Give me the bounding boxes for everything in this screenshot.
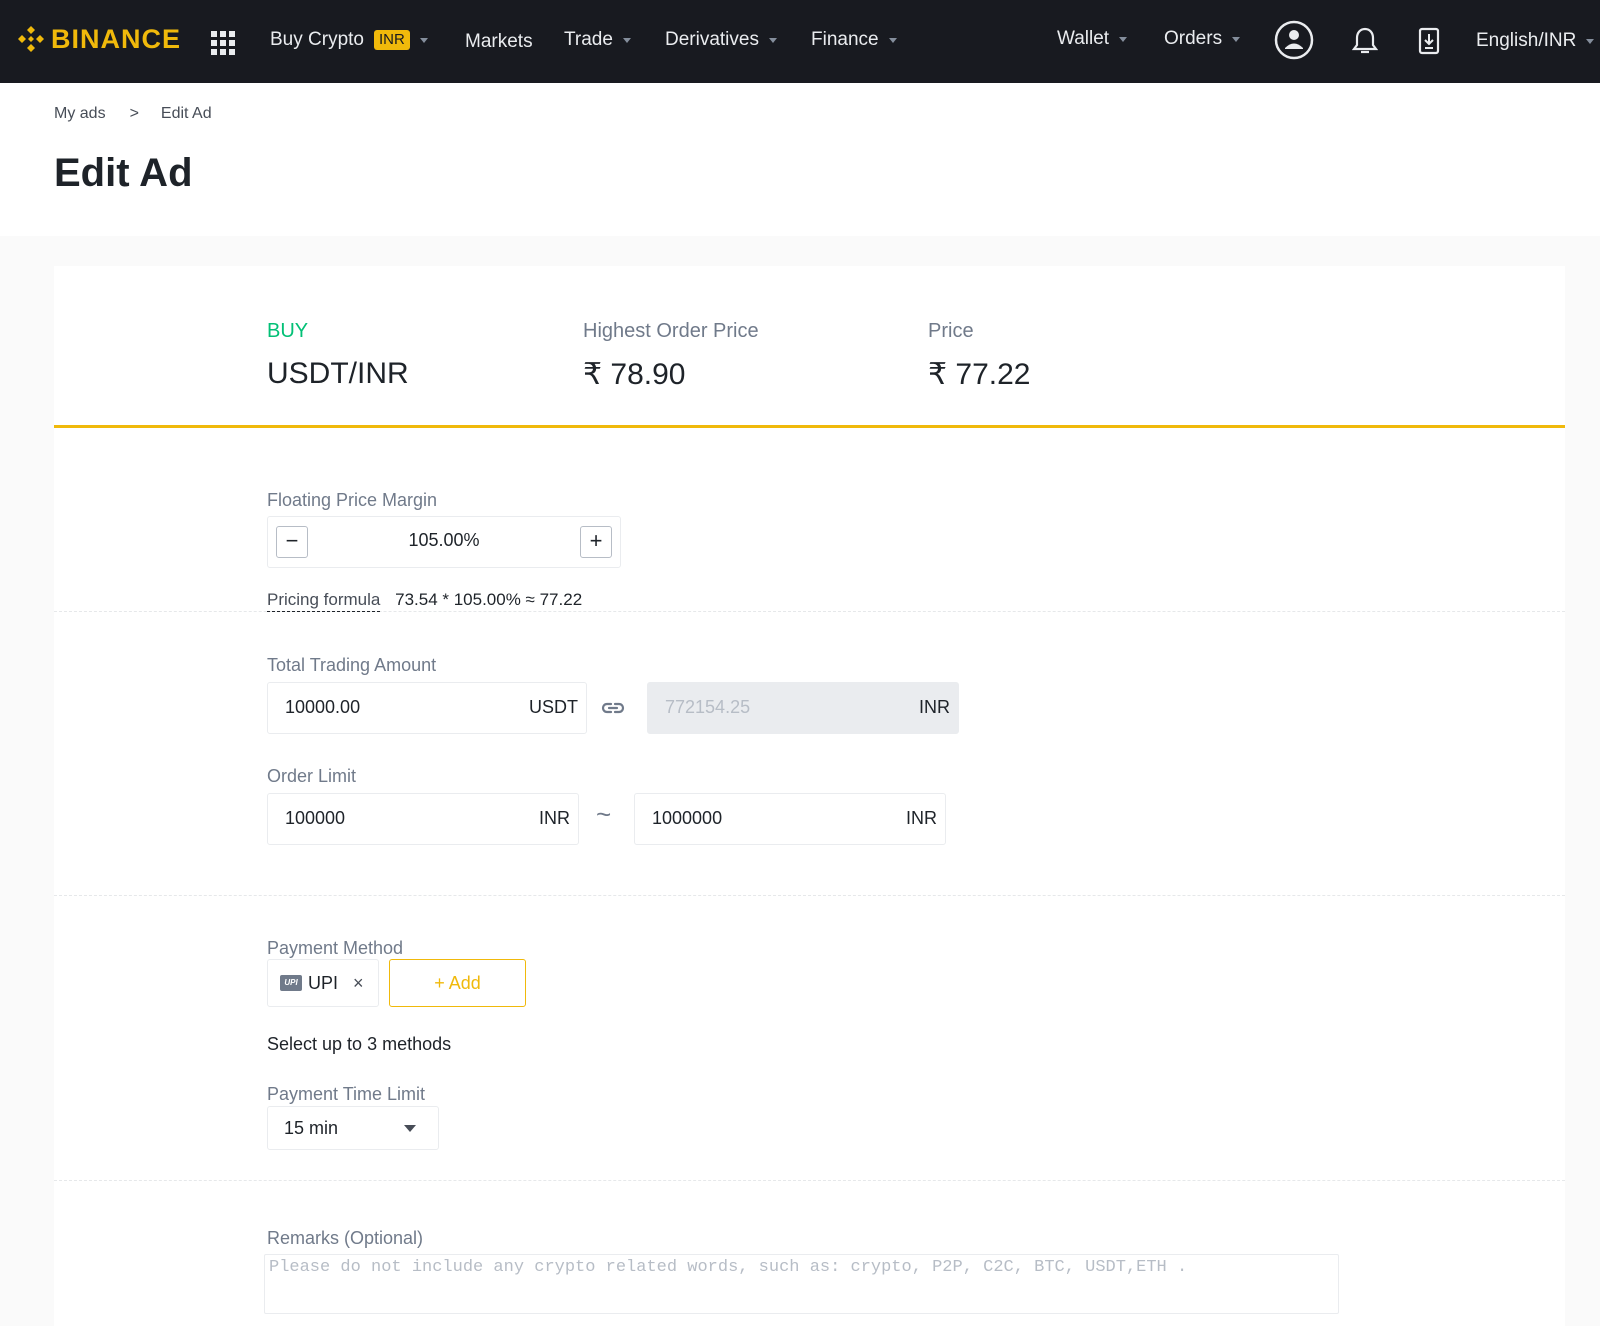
binance-logo-icon	[18, 26, 44, 52]
price-value: ₹ 77.22	[928, 358, 1031, 391]
profile-icon[interactable]	[1274, 20, 1314, 60]
breadcrumb-my-ads[interactable]: My ads	[54, 105, 106, 123]
max-limit-unit: INR	[906, 808, 937, 828]
floating-margin-label: Floating Price Margin	[267, 490, 438, 510]
price-label: Price	[928, 320, 974, 342]
pricing-formula: Pricing formula 73.54 * 105.00% ≈ 77.22	[267, 590, 583, 612]
margin-stepper: − 105.00% +	[267, 516, 621, 568]
nav-orders[interactable]: Orders	[1164, 28, 1241, 50]
highest-price-label: Highest Order Price	[583, 320, 759, 342]
breadcrumb: My ads > Edit Ad	[54, 105, 212, 123]
remarks-label: Remarks (Optional)	[267, 1228, 424, 1248]
chevron-down-icon	[1586, 38, 1595, 44]
nav-trade[interactable]: Trade	[564, 29, 631, 51]
max-limit-input[interactable]: 1000000 INR	[634, 793, 946, 845]
top-navbar: BINANCE Buy Crypto INR Markets Trade Der…	[0, 0, 1600, 83]
price-block: Price ₹ 77.22	[928, 320, 1031, 392]
grid-menu-icon[interactable]	[211, 31, 235, 55]
binance-logo[interactable]: BINANCE	[14, 22, 181, 56]
range-separator: ~	[596, 799, 612, 829]
remarks-textarea[interactable]: Please do not include any crypto related…	[264, 1254, 1339, 1314]
highest-price-block: Highest Order Price ₹ 78.90	[583, 320, 759, 392]
fiat-unit: INR	[919, 697, 950, 717]
currency-badge: INR	[373, 30, 410, 50]
nav-finance[interactable]: Finance	[811, 29, 897, 51]
payment-chip-upi[interactable]: UPI UPI ×	[267, 959, 379, 1007]
total-amount-label: Total Trading Amount	[267, 655, 437, 675]
max-limit-value: 1000000	[652, 808, 723, 828]
crypto-amount-value: 10000.00	[285, 697, 361, 717]
nav-trade-label: Trade	[564, 29, 613, 50]
nav-markets-label: Markets	[465, 31, 533, 52]
highest-price-value: ₹ 78.90	[583, 358, 686, 391]
pricing-formula-text: 73.54 * 105.00% ≈ 77.22	[395, 590, 583, 609]
margin-value[interactable]: 105.00%	[268, 530, 620, 551]
payment-time-select[interactable]: 15 min	[267, 1106, 439, 1150]
nav-markets[interactable]: Markets	[465, 31, 533, 53]
order-limit-label: Order Limit	[267, 766, 357, 786]
breadcrumb-current: Edit Ad	[160, 105, 212, 122]
fiat-amount-input: 772154.25 INR	[647, 682, 959, 734]
breadcrumb-separator-icon: >	[129, 105, 139, 122]
chevron-down-icon	[622, 37, 631, 43]
crypto-unit: USDT	[529, 697, 578, 717]
payment-section: Payment Method UPI UPI × + Add Select up…	[54, 897, 1565, 1181]
fiat-amount-value: 772154.25	[665, 697, 751, 717]
payment-time-label: Payment Time Limit	[267, 1084, 426, 1104]
bell-icon[interactable]	[1352, 26, 1378, 56]
close-icon[interactable]: ×	[353, 973, 364, 994]
link-icon	[601, 702, 625, 714]
payment-method-label: Payment Method	[267, 938, 404, 958]
increase-button[interactable]: +	[580, 526, 612, 558]
brand-name: BINANCE	[51, 23, 182, 54]
trade-pair-block: BUY USDT/INR	[267, 320, 409, 391]
trade-side: BUY	[267, 320, 309, 342]
upi-logo: UPI	[280, 975, 302, 991]
page-title: Edit Ad	[54, 151, 193, 195]
language-label: English/INR	[1476, 30, 1577, 51]
nav-derivatives[interactable]: Derivatives	[665, 29, 777, 51]
nav-derivatives-label: Derivatives	[665, 29, 759, 50]
remarks-placeholder: Please do not include any crypto related…	[269, 1258, 1188, 1277]
chevron-down-icon	[1232, 36, 1241, 42]
chevron-down-icon	[419, 37, 428, 43]
nav-finance-label: Finance	[811, 29, 879, 50]
nav-buy-crypto-label: Buy Crypto	[270, 29, 364, 50]
add-payment-button[interactable]: + Add	[389, 959, 526, 1007]
nav-wallet[interactable]: Wallet	[1057, 28, 1128, 50]
edit-ad-form: BUY USDT/INR Highest Order Price ₹ 78.90…	[54, 266, 1565, 1326]
page-header: My ads > Edit Ad Edit Ad	[0, 83, 1600, 236]
nav-orders-label: Orders	[1164, 28, 1223, 49]
nav-buy-crypto[interactable]: Buy Crypto INR	[270, 29, 428, 51]
chevron-down-icon	[888, 37, 897, 43]
amount-section: Total Trading Amount 10000.00 USDT 77215…	[54, 613, 1565, 896]
ad-summary: BUY USDT/INR Highest Order Price ₹ 78.90…	[54, 266, 1565, 428]
chevron-down-icon	[404, 1125, 416, 1132]
nav-wallet-label: Wallet	[1057, 28, 1110, 49]
chevron-down-icon	[1119, 36, 1128, 42]
payment-method-name: UPI	[308, 972, 339, 993]
download-icon[interactable]	[1418, 27, 1440, 55]
pricing-formula-link[interactable]: Pricing formula	[267, 590, 381, 612]
min-limit-input[interactable]: 100000 INR	[267, 793, 579, 845]
remarks-section: Remarks (Optional) Please do not include…	[54, 1182, 1565, 1326]
min-limit-unit: INR	[539, 808, 570, 828]
payment-hint: Select up to 3 methods	[267, 1034, 452, 1054]
chevron-down-icon	[768, 37, 777, 43]
trade-pair: USDT/INR	[267, 357, 409, 390]
pricing-section: Floating Price Margin − 105.00% + Pricin…	[54, 431, 1565, 612]
min-limit-value: 100000	[285, 808, 346, 828]
crypto-amount-input[interactable]: 10000.00 USDT	[267, 682, 587, 734]
language-currency-selector[interactable]: English/INR	[1476, 30, 1595, 52]
payment-time-value: 15 min	[284, 1118, 339, 1138]
